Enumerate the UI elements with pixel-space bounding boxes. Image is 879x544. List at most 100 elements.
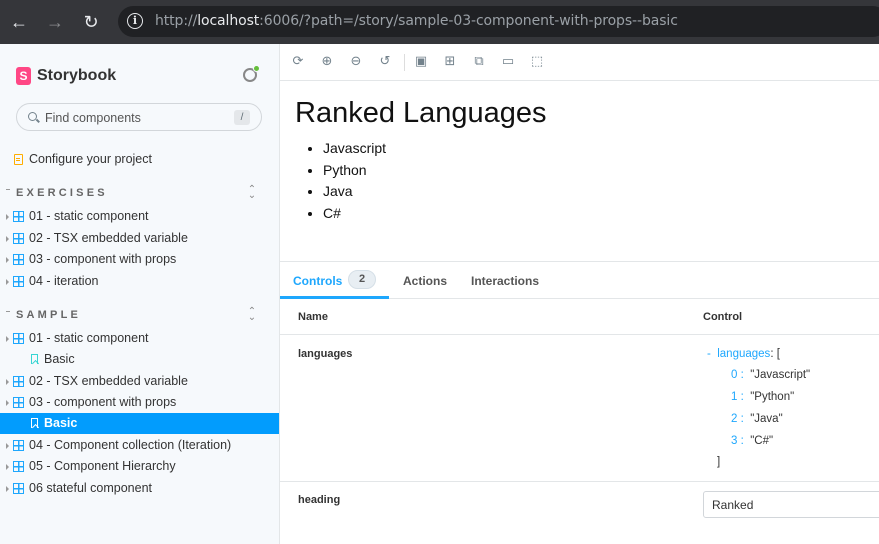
tree-item-component[interactable]: 01 - static component [0, 206, 279, 227]
measure-icon[interactable]: ▭ [501, 55, 515, 69]
search-box[interactable]: / [16, 103, 262, 131]
tree-item-component[interactable]: 04 - Component collection (Iteration) [0, 435, 279, 456]
tree-item-label: 04 - iteration [29, 274, 99, 288]
bookmark-icon [31, 354, 38, 364]
json-value[interactable]: "Javascript" [750, 369, 810, 381]
tree-item-component[interactable]: 04 - iteration [0, 271, 279, 292]
forward-arrow-icon[interactable]: → [42, 9, 68, 35]
background-icon[interactable]: ▣ [414, 55, 428, 69]
component-icon [13, 276, 24, 287]
component-icon [13, 233, 24, 244]
configure-label: Configure your project [29, 152, 152, 166]
zoom-in-icon[interactable]: ⊕ [320, 55, 334, 69]
caret-right-icon[interactable] [6, 486, 9, 492]
tree-item-component[interactable]: 05 - Component Hierarchy [0, 456, 279, 477]
json-value[interactable]: "Python" [750, 391, 794, 403]
active-tab-indicator [280, 296, 389, 299]
tree-item-story-selected[interactable]: Basic [0, 413, 279, 434]
address-bar[interactable]: i http://localhost:6006/?path=/story/sam… [118, 6, 879, 37]
tree-item-component[interactable]: 02 - TSX embedded variable [0, 228, 279, 249]
caret-right-icon[interactable] [6, 236, 9, 242]
component-icon [13, 333, 24, 344]
bookmark-icon [31, 418, 38, 428]
tree-item-component[interactable]: 03 - component with props [0, 392, 279, 413]
tree-item-label: 03 - component with props [29, 252, 177, 266]
tree-item-component[interactable]: 01 - static component [0, 328, 279, 349]
sidebar: S Storybook / Configure your project EXE… [0, 44, 280, 544]
tree-item-component[interactable]: 06 stateful component [0, 478, 279, 499]
caret-right-icon[interactable] [6, 379, 9, 385]
expand-collapse-icon[interactable]: ⌃ ⌄ [247, 307, 257, 323]
controls-count-badge: 2 [348, 270, 376, 289]
browser-toolbar: ← → ↻ i http://localhost:6006/?path=/sto… [0, 0, 879, 44]
component-icon [13, 376, 24, 387]
list-item: Python [323, 162, 386, 184]
caret-right-icon[interactable] [6, 257, 9, 263]
section-title: EXERCISES [16, 187, 108, 199]
caret-right-icon[interactable] [6, 443, 9, 449]
tree-item-story[interactable]: Basic [0, 349, 279, 370]
prop-name-heading: heading [298, 494, 341, 506]
caret-right-icon[interactable] [6, 214, 9, 220]
search-input[interactable] [45, 109, 225, 126]
json-open-bracket: : [ [770, 348, 780, 360]
json-value[interactable]: "C#" [750, 435, 773, 447]
list-item: Javascript [323, 140, 386, 162]
section-header-exercises[interactable]: EXERCISES ⌃ ⌄ [0, 185, 279, 203]
addons-panel: Controls 2 Actions Interactions Name Con… [280, 261, 879, 544]
url-host: localhost [197, 13, 260, 29]
zoom-out-icon[interactable]: ⊖ [349, 55, 363, 69]
caret-down-icon[interactable] [6, 336, 9, 342]
component-icon [13, 211, 24, 222]
search-icon [28, 112, 37, 121]
caret-right-icon[interactable] [6, 464, 9, 470]
component-icon [13, 440, 24, 451]
expand-collapse-icon[interactable]: ⌃ ⌄ [247, 185, 257, 201]
document-icon [14, 153, 23, 165]
back-arrow-icon[interactable]: ← [6, 9, 32, 35]
row-divider [280, 481, 879, 482]
addon-tabs: Controls 2 Actions Interactions [280, 262, 879, 299]
viewport-icon[interactable]: ⧉ [472, 55, 486, 69]
tree-item-label: 04 - Component collection (Iteration) [29, 438, 232, 452]
story-heading: Ranked Languages [295, 97, 547, 129]
list-item: Java [323, 183, 386, 205]
story-label: Basic [44, 352, 75, 366]
settings-icon[interactable] [243, 65, 260, 82]
json-value[interactable]: "Java" [750, 413, 782, 425]
heading-text-input[interactable]: Ranked [703, 491, 879, 518]
brand-name: Storybook [37, 67, 117, 84]
list-item: C# [323, 205, 386, 227]
grid-icon[interactable]: ⊞ [443, 55, 457, 69]
tree-item-component[interactable]: 03 - component with props [0, 249, 279, 270]
toolbar-divider [404, 54, 405, 71]
reload-icon[interactable]: ↻ [78, 9, 104, 35]
component-icon [13, 254, 24, 265]
section-header-sample[interactable]: SAMPLE ⌃ ⌄ [0, 307, 279, 325]
languages-list: Javascript Python Java C# [323, 140, 386, 227]
tab-controls[interactable]: Controls [293, 274, 342, 288]
component-icon [13, 483, 24, 494]
site-info-icon[interactable]: i [127, 13, 143, 29]
json-close-bracket: ] [717, 456, 721, 468]
caret-right-icon[interactable] [6, 279, 9, 285]
tree-item-label: 02 - TSX embedded variable [29, 374, 188, 388]
tab-actions[interactable]: Actions [403, 274, 447, 288]
component-icon [13, 461, 24, 472]
tree-item-label: 02 - TSX embedded variable [29, 231, 188, 245]
section-caret-icon [6, 189, 10, 190]
remount-icon[interactable]: ⟳ [291, 55, 305, 69]
caret-down-icon[interactable] [6, 400, 9, 406]
search-shortcut-key: / [234, 110, 250, 125]
url-text[interactable]: http://localhost:6006/?path=/story/sampl… [155, 13, 678, 29]
url-path: :6006/?path=/story/sample-03-component-w… [259, 13, 678, 29]
outline-icon[interactable]: ⬚ [530, 55, 544, 69]
collapse-toggle[interactable]: - [707, 348, 711, 360]
tree-item-label: 05 - Component Hierarchy [29, 459, 176, 473]
tab-interactions[interactable]: Interactions [471, 274, 539, 288]
tree-item-label: 01 - static component [29, 331, 149, 345]
storybook-brand[interactable]: S Storybook [16, 66, 116, 86]
configure-project-link[interactable]: Configure your project [14, 152, 152, 166]
zoom-reset-icon[interactable]: ↺ [378, 55, 392, 69]
tree-item-component[interactable]: 02 - TSX embedded variable [0, 371, 279, 392]
